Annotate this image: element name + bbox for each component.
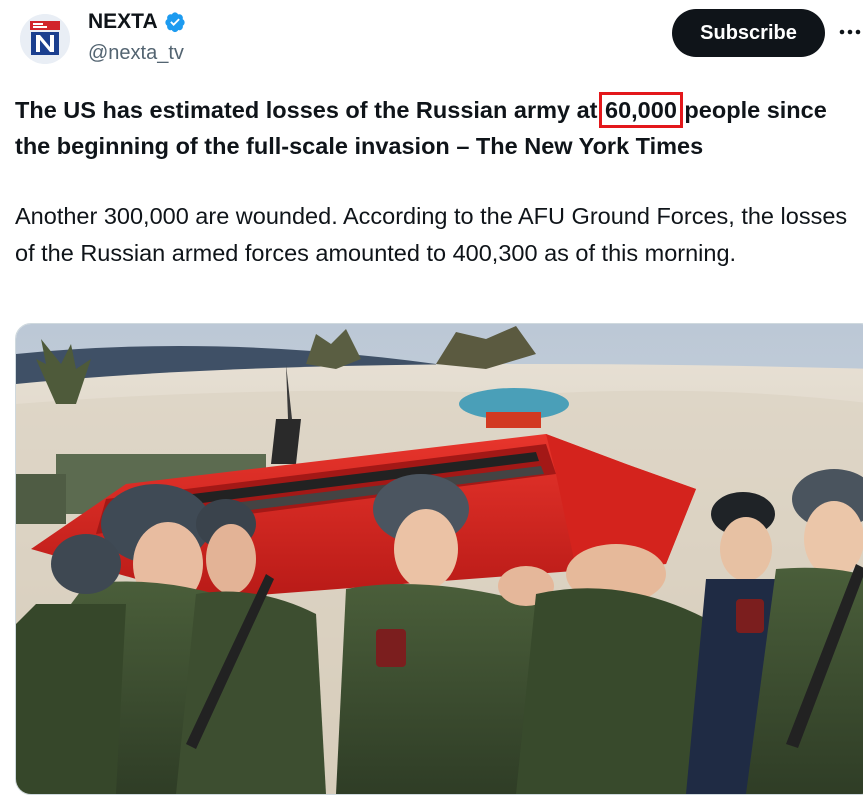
headline-text-start: The US has estimated losses of the Russi… xyxy=(15,97,605,123)
highlighted-figure: 60,000 xyxy=(599,92,683,128)
tweet-body: Another 300,000 are wounded. According t… xyxy=(15,203,848,266)
subscribe-button[interactable]: Subscribe xyxy=(672,9,825,57)
funeral-procession-photo xyxy=(16,324,863,794)
avatar[interactable] xyxy=(20,14,70,64)
author-name[interactable]: NEXTA xyxy=(88,10,158,34)
tweet-headline: The US has estimated losses of the Russi… xyxy=(15,92,855,164)
more-options-icon[interactable] xyxy=(838,20,862,44)
author-handle[interactable]: @nexta_tv xyxy=(88,42,184,65)
author-name-row[interactable]: NEXTA xyxy=(88,10,186,34)
verified-badge-icon xyxy=(165,12,185,33)
tweet-photo[interactable] xyxy=(15,323,863,795)
nexta-logo-icon xyxy=(20,14,70,64)
